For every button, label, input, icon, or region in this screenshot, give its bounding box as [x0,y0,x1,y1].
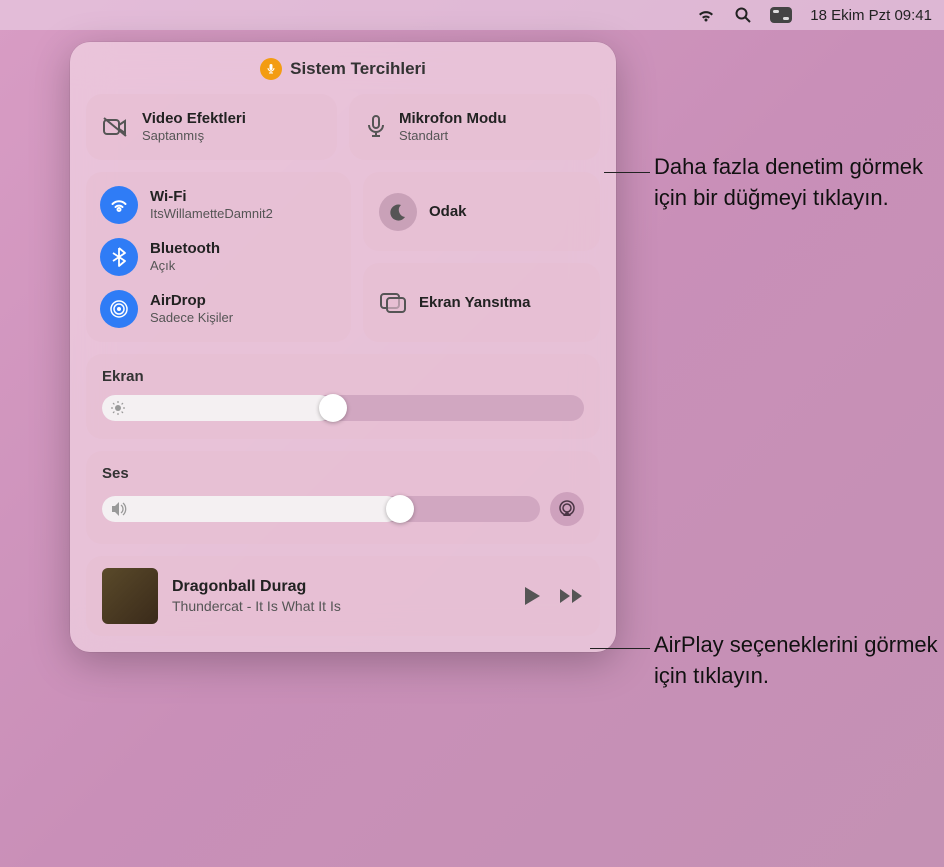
mic-mode-tile[interactable]: Mikrofon Modu Standart [349,94,600,160]
airdrop-sub: Sadece Kişiler [150,310,233,326]
connectivity-tile: Wi-Fi ItsWillametteDamnit2 Bluetooth Açı… [86,172,351,342]
callout-line-top [604,172,650,173]
focus-tile[interactable]: Odak [363,172,600,251]
airdrop-label: AirDrop [150,292,233,310]
bluetooth-item[interactable]: Bluetooth Açık [100,234,337,280]
sound-slider-section: Ses [86,451,600,544]
media-subtitle: Thundercat - It Is What It Is [172,597,508,616]
datetime-text[interactable]: 18 Ekim Pzt 09:41 [810,7,932,24]
menubar: 18 Ekim Pzt 09:41 [0,0,944,30]
airdrop-toggle-icon[interactable] [100,290,138,328]
screen-mirror-label: Ekran Yansıtma [419,294,530,311]
video-effects-sub: Saptanmış [142,128,246,144]
airplay-audio-button[interactable] [550,492,584,526]
screen-mirror-icon [379,292,407,314]
video-effects-label: Video Efektleri [142,110,246,128]
wifi-item[interactable]: Wi-Fi ItsWillametteDamnit2 [100,182,337,228]
sound-slider[interactable] [102,496,540,522]
search-icon[interactable] [734,6,752,24]
display-slider-thumb[interactable] [319,394,347,422]
sound-slider-label: Ses [102,465,584,482]
bluetooth-label: Bluetooth [150,240,220,258]
wifi-label: Wi-Fi [150,188,273,206]
callout-line-airplay [590,648,650,649]
display-slider-section: Ekran [86,354,600,439]
bluetooth-toggle-icon[interactable] [100,238,138,276]
media-title: Dragonball Durag [172,576,508,598]
video-effects-tile[interactable]: Video Efektleri Saptanmış [86,94,337,160]
callout-airplay: AirPlay seçeneklerini görmek için tıklay… [654,630,944,692]
speaker-icon [110,501,128,517]
album-art [102,568,158,624]
callout-top: Daha fazla denetim görmek için bir düğme… [654,152,944,214]
bluetooth-sub: Açık [150,258,220,274]
video-off-icon [102,116,130,138]
mic-indicator-icon [260,58,282,80]
control-center-icon[interactable] [770,7,792,23]
screen-mirror-tile[interactable]: Ekran Yansıtma [363,263,600,342]
fast-forward-button[interactable] [558,587,584,605]
wifi-icon[interactable] [696,8,716,23]
play-button[interactable] [522,585,542,607]
mic-mode-label: Mikrofon Modu [399,110,506,128]
airplay-icon [557,499,577,519]
display-slider[interactable] [102,395,584,421]
panel-title: Sistem Tercihleri [290,59,426,79]
panel-header: Sistem Tercihleri [86,58,600,80]
brightness-icon [110,400,126,416]
control-center-panel: Sistem Tercihleri Video Efektleri Saptan… [70,42,616,652]
sound-slider-thumb[interactable] [386,495,414,523]
microphone-icon [365,114,387,140]
now-playing-tile[interactable]: Dragonball Durag Thundercat - It Is What… [86,556,600,636]
wifi-toggle-icon[interactable] [100,186,138,224]
wifi-sub: ItsWillametteDamnit2 [150,206,273,222]
display-slider-label: Ekran [102,368,584,385]
mic-mode-sub: Standart [399,128,506,144]
moon-icon[interactable] [379,193,417,231]
airdrop-item[interactable]: AirDrop Sadece Kişiler [100,286,337,332]
focus-label: Odak [429,203,467,220]
